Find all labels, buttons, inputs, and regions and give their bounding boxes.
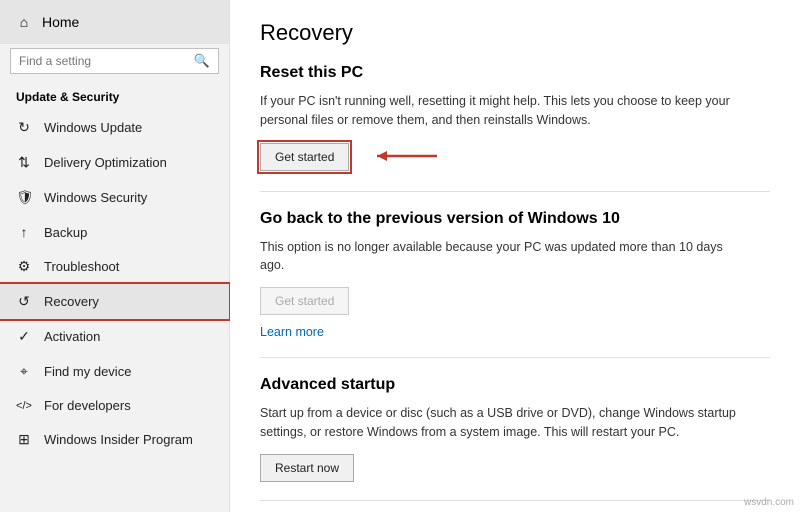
search-box: 🔍 bbox=[10, 48, 219, 74]
home-label: Home bbox=[42, 14, 79, 30]
shield-icon: 🛡 bbox=[16, 189, 32, 206]
go-back-get-started-button: Get started bbox=[260, 287, 349, 315]
recovery-icon: ↺ bbox=[16, 293, 32, 310]
sidebar-item-delivery-optimization[interactable]: ⇅ Delivery Optimization bbox=[0, 145, 229, 180]
restart-now-button[interactable]: Restart now bbox=[260, 454, 354, 482]
search-input[interactable] bbox=[19, 54, 188, 68]
sidebar-home[interactable]: ⌂ Home bbox=[0, 0, 229, 44]
go-back-title: Go back to the previous version of Windo… bbox=[260, 210, 770, 228]
go-back-section: Go back to the previous version of Windo… bbox=[260, 210, 770, 340]
sidebar-item-label: Troubleshoot bbox=[44, 259, 119, 274]
advanced-startup-section: Advanced startup Start up from a device … bbox=[260, 376, 770, 482]
page-title: Recovery bbox=[260, 20, 770, 46]
sidebar-item-windows-insider[interactable]: ⊞ Windows Insider Program bbox=[0, 422, 229, 457]
sidebar-item-label: Windows Update bbox=[44, 120, 142, 135]
divider-1 bbox=[260, 191, 770, 192]
find-device-icon: ⌖ bbox=[16, 363, 32, 380]
sidebar-item-find-my-device[interactable]: ⌖ Find my device bbox=[0, 354, 229, 389]
sidebar-item-windows-update[interactable]: ↻ Windows Update bbox=[0, 110, 229, 145]
sidebar-item-label: Windows Insider Program bbox=[44, 432, 193, 447]
sidebar-item-label: Windows Security bbox=[44, 190, 147, 205]
sidebar-item-backup[interactable]: ↑ Backup bbox=[0, 215, 229, 249]
reset-pc-get-started-button[interactable]: Get started bbox=[260, 143, 349, 171]
windows-update-icon: ↻ bbox=[16, 119, 32, 136]
reset-pc-action: Get started bbox=[260, 142, 770, 173]
sidebar: ⌂ Home 🔍 Update & Security ↻ Windows Upd… bbox=[0, 0, 230, 512]
go-back-desc: This option is no longer available becau… bbox=[260, 238, 740, 276]
sidebar-item-activation[interactable]: ✓ Activation bbox=[0, 319, 229, 354]
divider-3 bbox=[260, 500, 770, 501]
delivery-icon: ⇅ bbox=[16, 154, 32, 171]
sidebar-item-for-developers[interactable]: </> For developers bbox=[0, 389, 229, 422]
insider-icon: ⊞ bbox=[16, 431, 32, 448]
reset-pc-title: Reset this PC bbox=[260, 64, 770, 82]
reset-pc-section: Reset this PC If your PC isn't running w… bbox=[260, 64, 770, 173]
advanced-startup-desc: Start up from a device or disc (such as … bbox=[260, 404, 740, 442]
sidebar-item-label: Backup bbox=[44, 225, 87, 240]
sidebar-item-recovery[interactable]: ↺ Recovery bbox=[0, 284, 229, 319]
activation-icon: ✓ bbox=[16, 328, 32, 345]
sidebar-item-troubleshoot[interactable]: ⚙ Troubleshoot bbox=[0, 249, 229, 284]
reset-pc-desc: If your PC isn't running well, resetting… bbox=[260, 92, 740, 130]
home-icon: ⌂ bbox=[16, 14, 32, 30]
sidebar-item-label: For developers bbox=[44, 398, 131, 413]
watermark: wsvdn.com bbox=[744, 497, 794, 508]
advanced-startup-title: Advanced startup bbox=[260, 376, 770, 394]
learn-more-link[interactable]: Learn more bbox=[260, 325, 770, 339]
sidebar-item-label: Delivery Optimization bbox=[44, 155, 167, 170]
sidebar-item-label: Activation bbox=[44, 329, 100, 344]
search-icon: 🔍 bbox=[194, 53, 210, 69]
main-content: Recovery Reset this PC If your PC isn't … bbox=[230, 0, 800, 512]
divider-2 bbox=[260, 357, 770, 358]
sidebar-item-label: Find my device bbox=[44, 364, 131, 379]
sidebar-section-title: Update & Security bbox=[0, 82, 229, 110]
sidebar-item-windows-security[interactable]: 🛡 Windows Security bbox=[0, 180, 229, 215]
troubleshoot-icon: ⚙ bbox=[16, 258, 32, 275]
sidebar-item-label: Recovery bbox=[44, 294, 99, 309]
backup-icon: ↑ bbox=[16, 224, 32, 240]
arrow-annotation bbox=[367, 142, 447, 173]
developer-icon: </> bbox=[16, 400, 32, 412]
